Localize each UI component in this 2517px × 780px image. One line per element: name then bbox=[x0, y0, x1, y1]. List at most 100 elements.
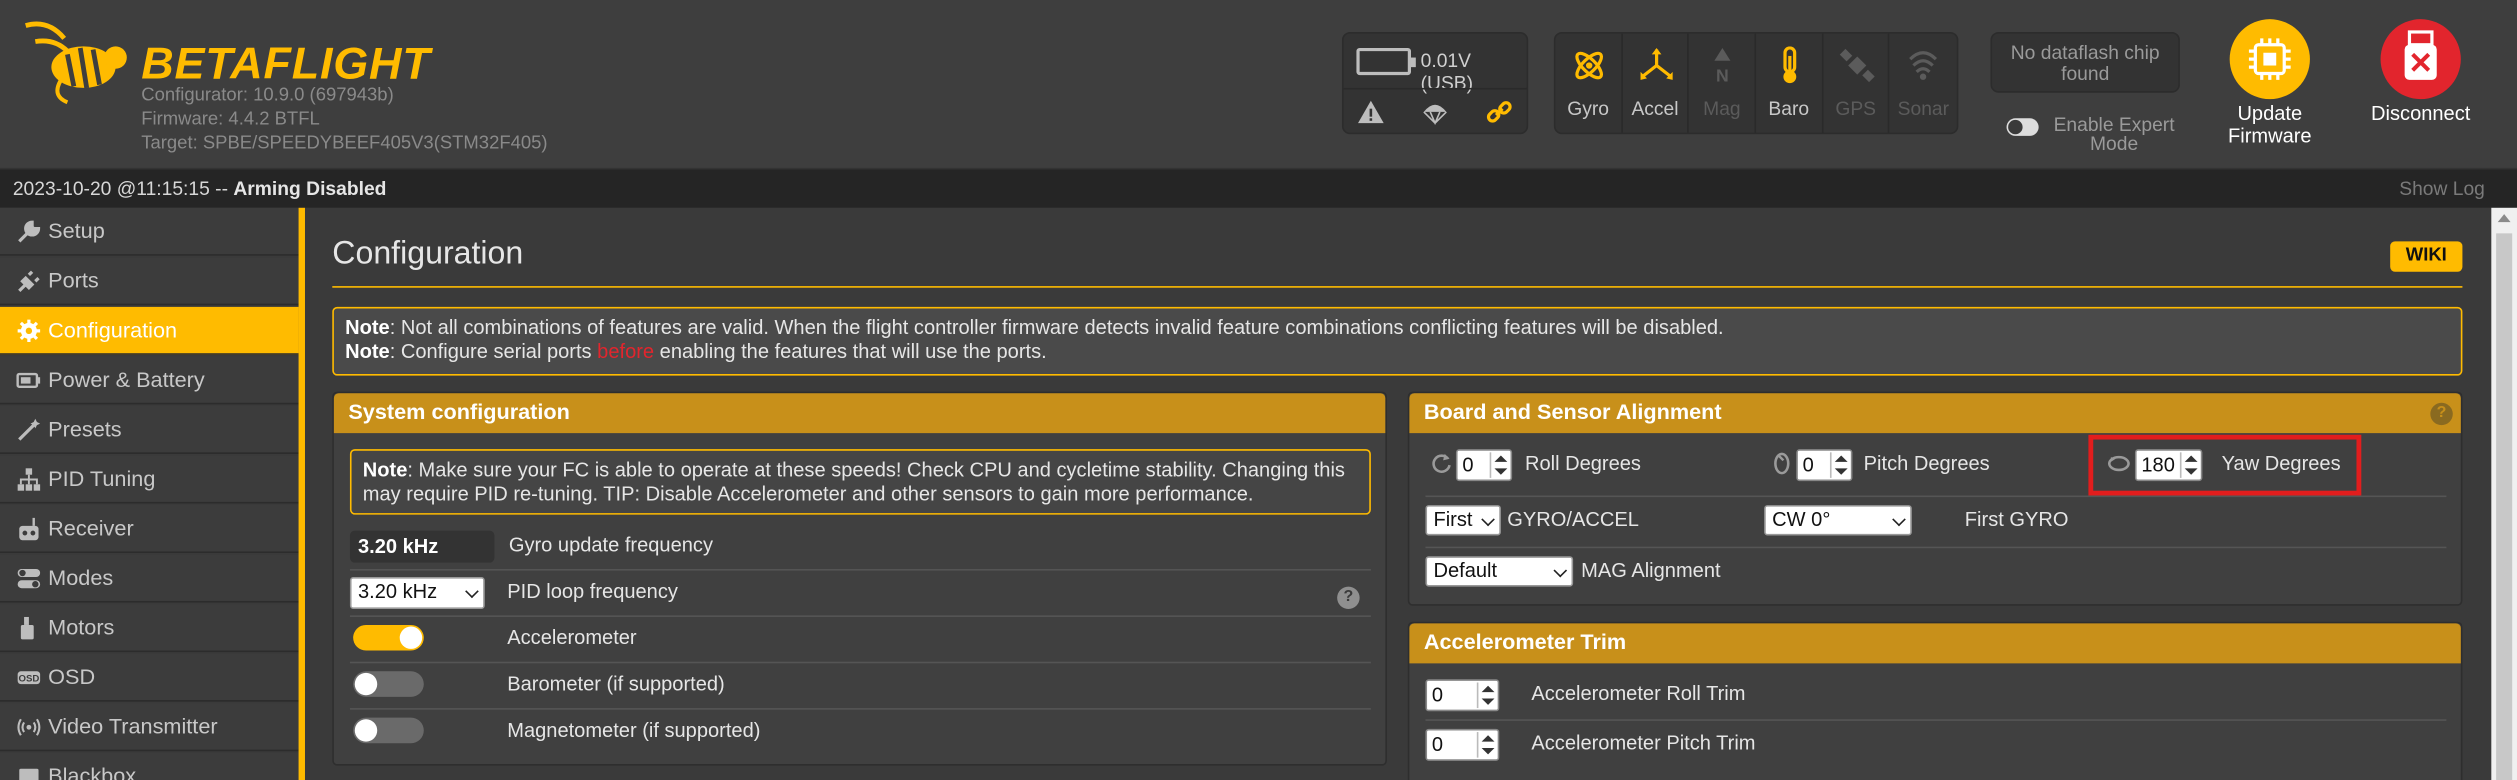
sensor-label: Gyro bbox=[1567, 97, 1609, 120]
betaflight-bee-logo bbox=[25, 21, 127, 105]
accelerometer-trim-panel: Accelerometer Trim 0 Accelerometer Roll … bbox=[1407, 621, 2463, 780]
chevron-down-icon bbox=[1481, 512, 1495, 527]
mag-alignment-label: MAG Alignment bbox=[1581, 559, 1721, 582]
gear-icon bbox=[17, 319, 41, 343]
sidebar-item-label: Power & Battery bbox=[48, 367, 205, 392]
battery-panel: 0.01V (USB) bbox=[1341, 31, 1529, 135]
first-gyro-label: First GYRO bbox=[1964, 508, 2069, 531]
status-text: 2023-10-20 @11:15:15 -- Arming Disabled bbox=[13, 177, 387, 199]
parachute-icon bbox=[1423, 104, 1447, 126]
sensor-label: GPS bbox=[1835, 97, 1877, 120]
magnetometer-label: Magnetometer (if supported) bbox=[507, 719, 761, 742]
accel-roll-trim-label: Accelerometer Roll Trim bbox=[1531, 682, 1746, 705]
disconnect-button[interactable]: Disconnect bbox=[2356, 19, 2484, 125]
feature-note: Note: Not all combinations of features a… bbox=[332, 306, 2463, 376]
magnetometer-toggle[interactable] bbox=[353, 717, 424, 744]
battery-icon bbox=[16, 372, 41, 389]
motor-icon bbox=[20, 616, 34, 640]
input-value: 0 bbox=[1431, 684, 1444, 707]
title-divider bbox=[332, 286, 2463, 288]
sensor-label: Baro bbox=[1768, 97, 1810, 120]
wrench-icon bbox=[18, 220, 41, 243]
yaw-highlight-box bbox=[2088, 434, 2362, 496]
content-scrollbar[interactable] bbox=[2491, 207, 2517, 780]
sensor-gps: GPS bbox=[1823, 33, 1890, 133]
show-log-link[interactable]: Show Log bbox=[2399, 177, 2485, 199]
note-label: Note bbox=[345, 316, 390, 339]
sidebar-item-motors[interactable]: Motors bbox=[0, 604, 299, 653]
baro-icon bbox=[1783, 46, 1797, 84]
sidebar-item-configuration[interactable]: Configuration bbox=[0, 306, 299, 355]
panel-title: Board and Sensor Alignment bbox=[1409, 393, 2461, 434]
wiki-button[interactable]: WIKI bbox=[2390, 241, 2463, 272]
input-value: 0 bbox=[1802, 453, 1814, 477]
performance-note: Note: Make sure your FC is able to opera… bbox=[349, 449, 1371, 515]
help-icon[interactable]: ? bbox=[1337, 586, 1360, 609]
mag-alignment-select[interactable]: Default bbox=[1425, 556, 1574, 587]
sensor-accel: Accel bbox=[1622, 33, 1690, 133]
sidebar-item-osd[interactable]: OSD OSD bbox=[0, 653, 299, 702]
sensor-label: Accel bbox=[1631, 97, 1679, 120]
pitch-degrees-input[interactable]: 0 bbox=[1796, 449, 1853, 482]
roll-degrees-input[interactable]: 0 bbox=[1455, 449, 1513, 482]
select-value: CW 0° bbox=[1772, 508, 1831, 531]
expert-mode-switch[interactable] bbox=[2006, 118, 2039, 136]
sidebar-item-ports[interactable]: Ports bbox=[0, 257, 299, 306]
sidebar-item-setup[interactable]: Setup bbox=[0, 207, 299, 256]
dataflash-status: No dataflash chip found bbox=[1990, 31, 2180, 93]
sidebar-item-label: Ports bbox=[48, 268, 99, 293]
page-title: Configuration bbox=[332, 236, 524, 272]
accel-pitch-trim-input[interactable]: 0 bbox=[1425, 728, 1500, 761]
gyro-icon bbox=[1575, 51, 1604, 80]
select-value: Default bbox=[1433, 559, 1498, 582]
toggles-icon bbox=[17, 569, 41, 589]
barometer-label: Barometer (if supported) bbox=[507, 672, 725, 696]
sensor-gyro: Gyro bbox=[1555, 33, 1623, 133]
barometer-toggle[interactable] bbox=[353, 671, 424, 697]
status-bar: 2023-10-20 @11:15:15 -- Arming Disabled … bbox=[0, 169, 2517, 208]
sidebar-item-label: Motors bbox=[48, 615, 115, 640]
top-header: BETAFLIGHT Configurator: 10.9.0 (697943b… bbox=[0, 0, 2517, 170]
sidebar-item-video-transmitter[interactable]: Video Transmitter bbox=[0, 703, 299, 752]
sidebar-item-modes[interactable]: Modes bbox=[0, 554, 299, 603]
radio-icon bbox=[19, 517, 39, 541]
sidebar-item-pid-tuning[interactable]: PID Tuning bbox=[0, 455, 299, 504]
battery-icon bbox=[1356, 47, 1416, 76]
sonar-icon bbox=[1909, 51, 1938, 80]
expert-mode-label: Enable Expert Mode bbox=[2053, 113, 2175, 156]
pid-loop-frequency-select[interactable]: 3.20 kHz bbox=[349, 577, 485, 609]
update-firmware-button[interactable]: Update Firmware bbox=[2206, 19, 2334, 147]
input-value: 0 bbox=[1431, 733, 1444, 757]
accelerometer-label: Accelerometer bbox=[507, 626, 637, 649]
sidebar-item-receiver[interactable]: Receiver bbox=[0, 505, 299, 554]
scroll-up-icon[interactable] bbox=[2497, 214, 2511, 223]
pitch-icon bbox=[1774, 452, 1790, 475]
sidebar-item-presets[interactable]: Presets bbox=[0, 405, 299, 454]
sidebar-item-label: PID Tuning bbox=[48, 466, 156, 491]
help-icon[interactable]: ? bbox=[2430, 402, 2453, 426]
scrollbar-thumb[interactable] bbox=[2496, 233, 2513, 780]
chevron-down-icon bbox=[1553, 563, 1568, 578]
accel-roll-trim-input[interactable]: 0 bbox=[1425, 679, 1500, 712]
note-label: Note bbox=[345, 340, 390, 363]
configurator-version: Configurator: 10.9.0 (697943b) bbox=[141, 86, 394, 106]
pitch-degrees-label: Pitch Degrees bbox=[1863, 452, 1990, 475]
accel-icon bbox=[1640, 47, 1673, 80]
accelerometer-toggle[interactable] bbox=[353, 624, 424, 651]
wand-icon bbox=[18, 418, 41, 441]
sidebar: Setup Ports Configuration Power & Batter… bbox=[0, 207, 299, 780]
sensor-mag: N Mag bbox=[1689, 33, 1757, 133]
first-gyro-alignment-select[interactable]: CW 0° bbox=[1764, 505, 1912, 536]
input-value: 0 bbox=[1462, 453, 1474, 477]
gyro-select[interactable]: First bbox=[1425, 505, 1501, 536]
sidebar-item-blackbox[interactable]: Blackbox bbox=[0, 752, 299, 780]
brand-name: BETAFLIGHT bbox=[141, 38, 431, 88]
sensor-sonar: Sonar bbox=[1890, 34, 1957, 133]
board-alignment-panel: Board and Sensor Alignment ? 0 Roll Degr… bbox=[1407, 391, 2463, 606]
link-icon bbox=[1486, 101, 1512, 123]
sidebar-item-power-battery[interactable]: Power & Battery bbox=[0, 356, 299, 405]
sensor-label: Mag bbox=[1703, 97, 1741, 120]
warning-icon bbox=[1358, 100, 1384, 124]
gyro-frequency-label: Gyro update frequency bbox=[508, 533, 713, 557]
sensor-label: Sonar bbox=[1897, 97, 1950, 120]
